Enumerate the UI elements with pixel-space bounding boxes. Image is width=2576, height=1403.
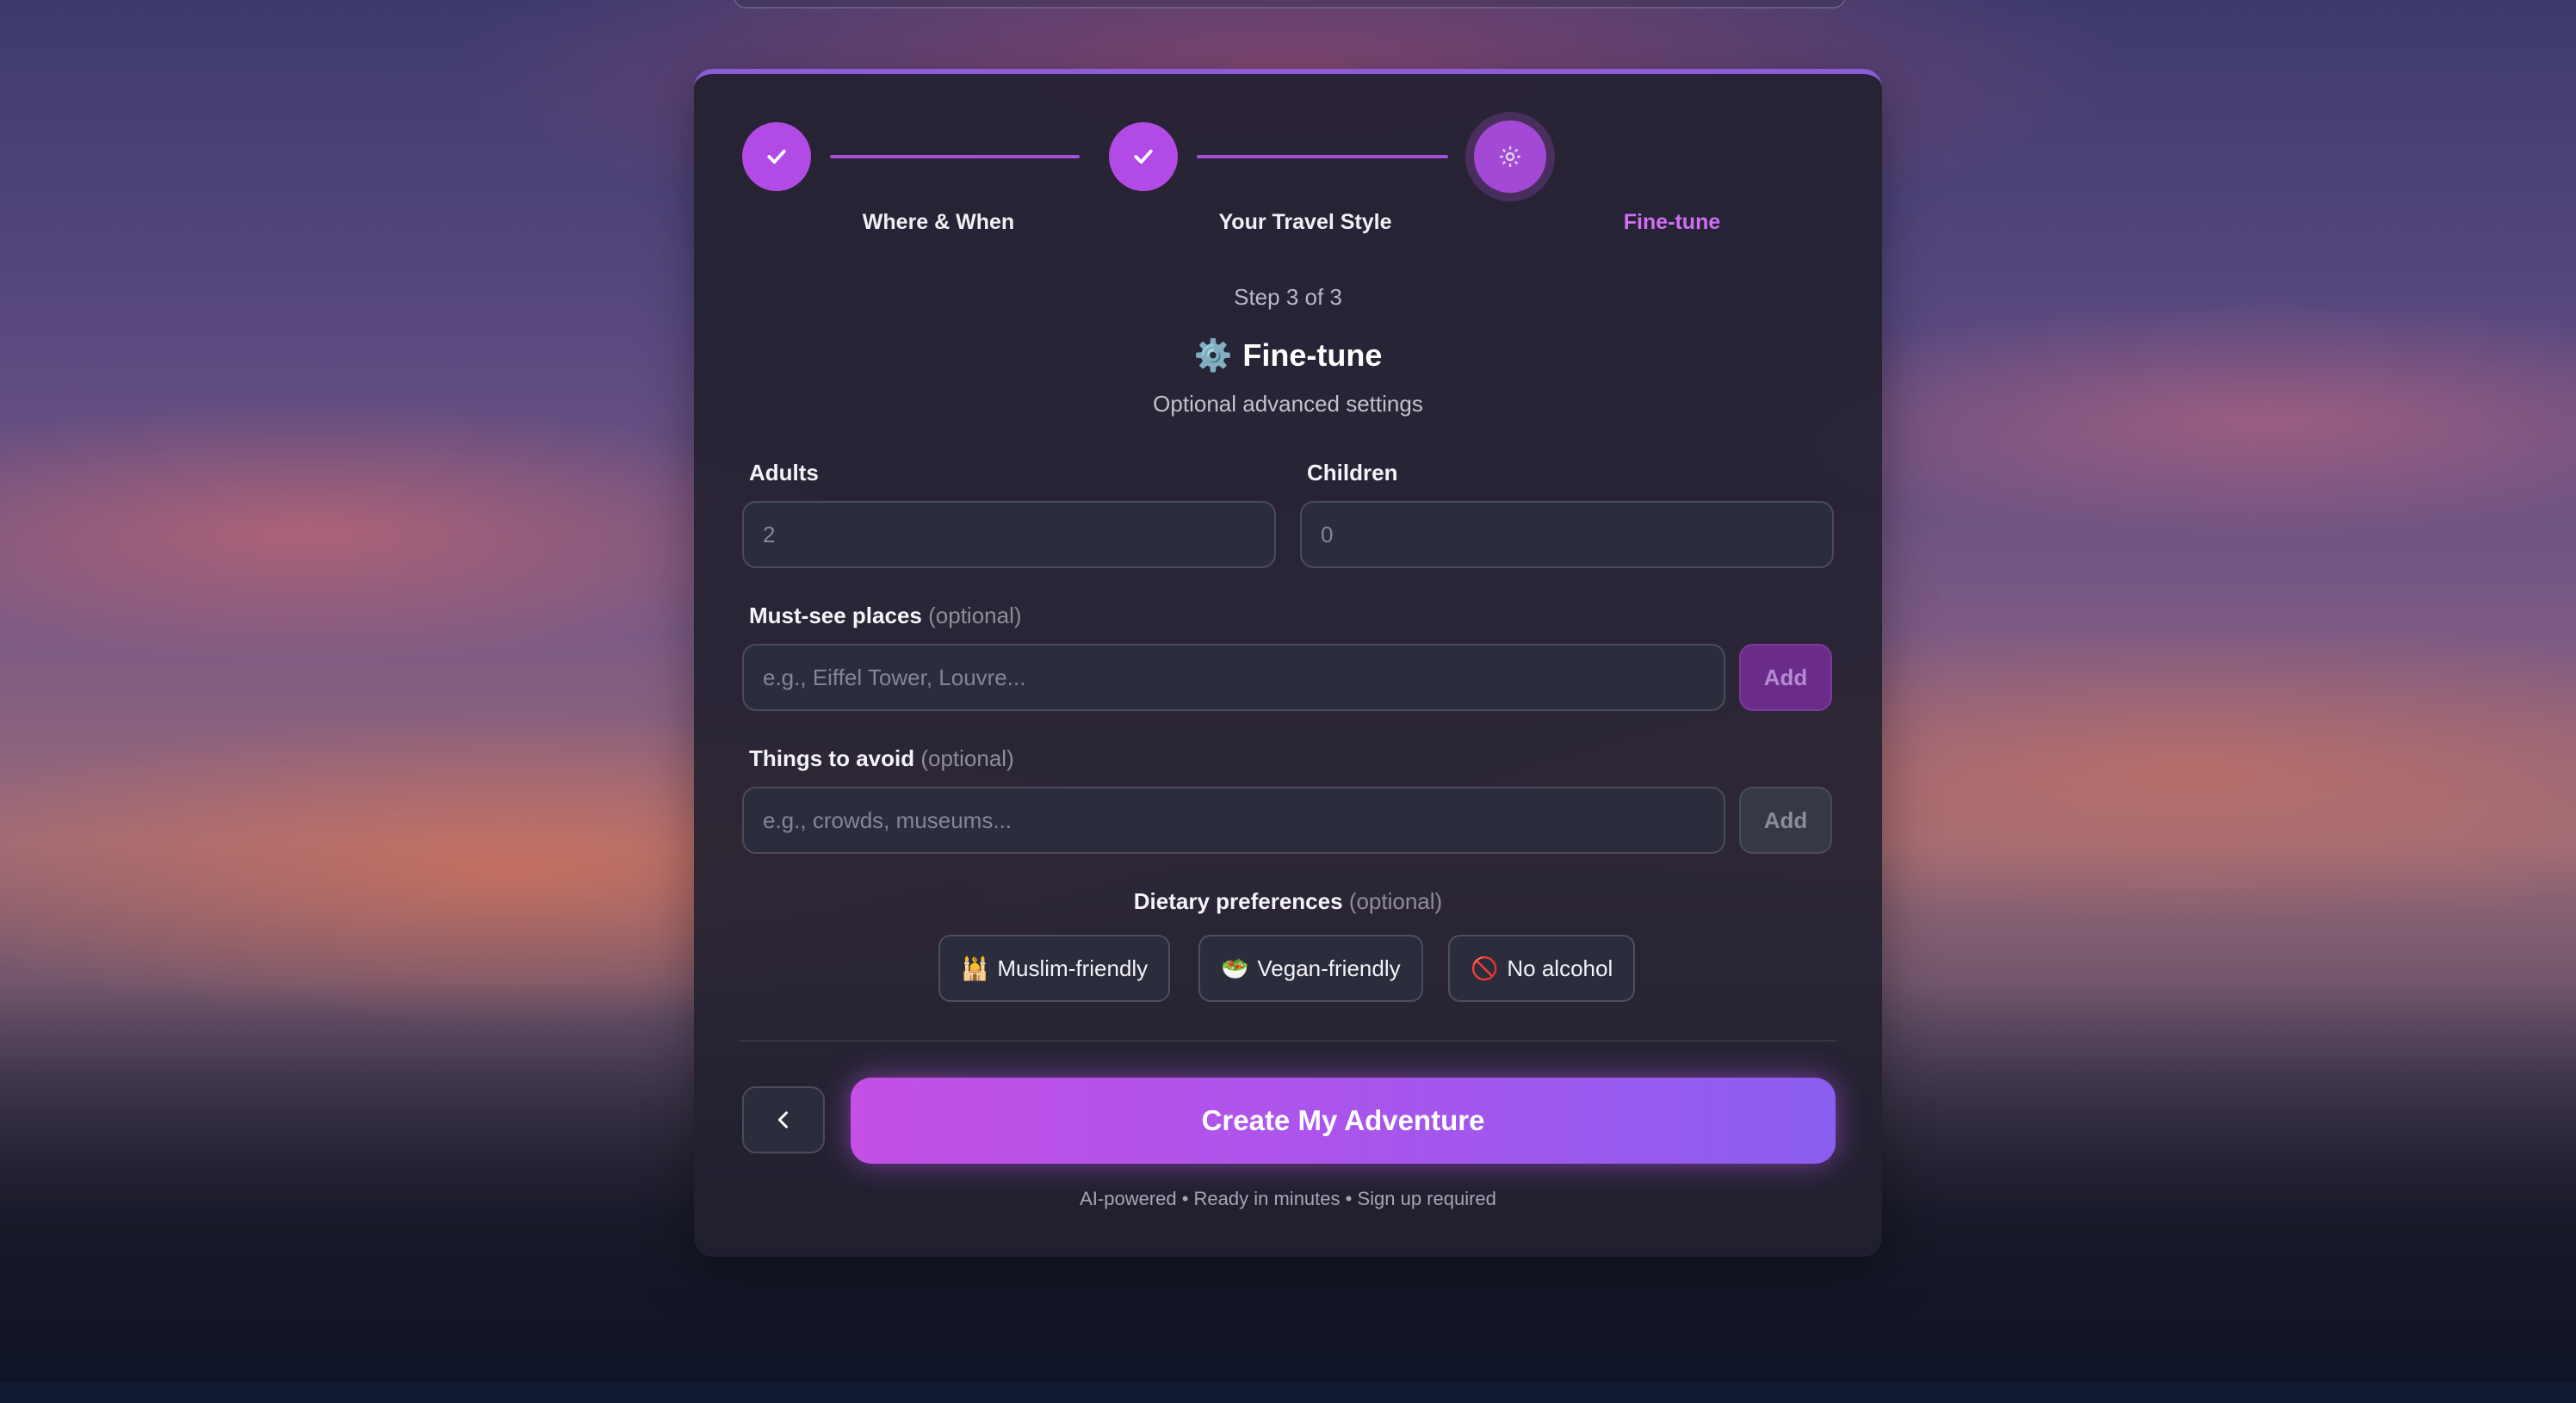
chevron-left-icon — [777, 1111, 788, 1128]
gear-icon: ⚙️ — [1193, 337, 1233, 373]
chip-label: Vegan-friendly — [1257, 955, 1401, 981]
optional-hint: (optional) — [920, 745, 1014, 771]
page-footer-strip — [0, 1382, 2576, 1403]
dietary-label-text: Dietary preferences — [1133, 888, 1343, 914]
step-1-label: Where & When — [862, 210, 1015, 234]
adults-input[interactable] — [742, 501, 1276, 568]
mosque-icon: 🕌 — [961, 955, 989, 981]
step-progress-text: Step 3 of 3 — [1234, 284, 1342, 310]
salad-icon: 🥗 — [1221, 955, 1249, 981]
step-connector-2 — [1197, 155, 1448, 158]
check-icon — [767, 149, 786, 164]
step-connector-1 — [830, 155, 1080, 158]
footnote: AI-powered • Ready in minutes • Sign up … — [1080, 1188, 1496, 1209]
avoid-label-text: Things to avoid — [749, 745, 915, 771]
children-label: Children — [1307, 460, 1398, 485]
gear-icon — [1500, 146, 1520, 167]
chip-label: Muslim-friendly — [997, 955, 1149, 981]
diet-chip-muslim-friendly[interactable]: 🕌 Muslim-friendly — [938, 935, 1171, 1002]
diet-chip-vegan-friendly[interactable]: 🥗 Vegan-friendly — [1198, 935, 1423, 1002]
chip-label: No alcohol — [1507, 955, 1613, 981]
previous-card-edge — [734, 0, 1846, 9]
avoid-label: Things to avoid (optional) — [749, 745, 1014, 772]
optional-hint: (optional) — [1348, 888, 1443, 914]
create-adventure-button[interactable]: Create My Adventure — [851, 1078, 1836, 1164]
section-heading: ⚙️ Fine-tune — [694, 337, 1882, 374]
section-subtitle: Optional advanced settings — [1153, 391, 1423, 417]
adults-label: Adults — [749, 460, 819, 485]
step-2-label: Your Travel Style — [1218, 210, 1392, 234]
dietary-label: Dietary preferences (optional) — [694, 888, 1882, 915]
must-see-input[interactable] — [742, 644, 1725, 711]
step-2-circle[interactable] — [1109, 122, 1178, 191]
step-3-circle[interactable] — [1474, 121, 1546, 193]
back-button[interactable] — [742, 1086, 825, 1153]
avoid-input[interactable] — [742, 787, 1725, 854]
add-must-see-button[interactable]: Add — [1739, 644, 1832, 711]
prohibited-icon: 🚫 — [1471, 955, 1499, 981]
check-icon — [1134, 149, 1153, 164]
step-1-circle[interactable] — [742, 122, 811, 191]
optional-hint: (optional) — [928, 603, 1022, 628]
add-avoid-button[interactable]: Add — [1739, 787, 1832, 854]
children-input[interactable] — [1300, 501, 1834, 568]
diet-chip-no-alcohol[interactable]: 🚫 No alcohol — [1448, 935, 1636, 1002]
step-3-label: Fine-tune — [1623, 210, 1721, 234]
section-title: Fine-tune — [1242, 337, 1383, 373]
divider — [739, 1040, 1837, 1041]
trip-planner-card: Where & When Your Travel Style Fine-tune… — [694, 69, 1882, 1257]
must-see-label-text: Must-see places — [749, 603, 922, 628]
must-see-label: Must-see places (optional) — [749, 603, 1022, 629]
